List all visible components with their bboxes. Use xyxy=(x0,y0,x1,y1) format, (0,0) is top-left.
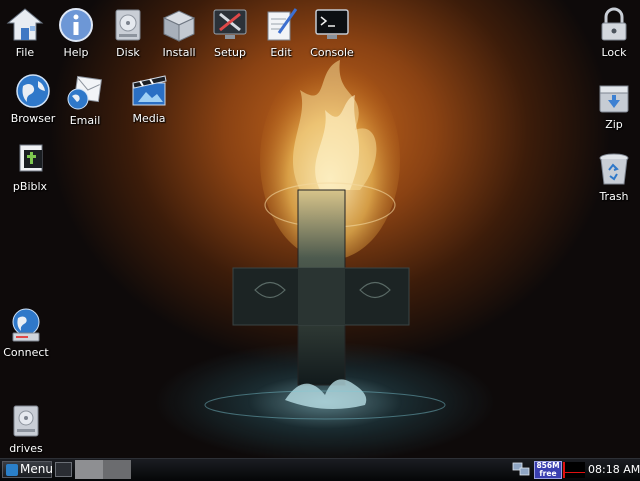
archive-box-icon xyxy=(599,85,629,113)
package-box-icon xyxy=(162,10,196,42)
info-icon xyxy=(59,8,93,42)
desktop-icon-email[interactable]: Email xyxy=(54,74,116,127)
desktop-pager-2[interactable] xyxy=(103,460,131,479)
desktop-icon-label: Zip xyxy=(605,118,623,131)
desktop-icon-connect[interactable]: Connect xyxy=(0,306,57,359)
clock[interactable]: 08:18 AM xyxy=(588,462,640,478)
menu-button-label: Menu xyxy=(20,462,53,476)
trash-can-icon xyxy=(599,153,629,185)
desktop-icon-label: Email xyxy=(69,114,101,127)
memory-free-badge[interactable]: 856M free xyxy=(534,461,562,479)
desktop-pager-1[interactable] xyxy=(75,460,103,479)
desktop-icon-lock[interactable]: Lock xyxy=(583,6,640,59)
text-editor-icon xyxy=(267,8,298,41)
desktop-icon-zip[interactable]: Zip xyxy=(583,78,640,131)
desktop-icon-pbiblx[interactable]: pBiblx xyxy=(0,140,61,193)
quick-launch-icon[interactable] xyxy=(55,462,72,477)
memory-label: free xyxy=(539,469,557,478)
desktop-icon-label: Media xyxy=(132,112,166,125)
desktop-icon-label: Connect xyxy=(3,346,49,359)
desktop-icon-label: Lock xyxy=(601,46,627,59)
cpu-load-graph[interactable] xyxy=(563,462,585,478)
desktop-icon-label: Console xyxy=(310,46,354,59)
menu-button[interactable]: Menu xyxy=(2,461,53,478)
drive-icon xyxy=(13,405,39,437)
desktop: File Help Disk Install Setup Edit Consol… xyxy=(0,0,640,458)
desktop-icon-trash[interactable]: Trash xyxy=(583,150,640,203)
taskbar: Menu 856M free 08:18 AM xyxy=(0,458,640,481)
desktop-icon-media[interactable]: Media xyxy=(118,72,180,125)
network-globe-icon xyxy=(12,308,40,342)
puppy-logo-icon xyxy=(6,464,18,476)
hard-disk-icon xyxy=(115,9,141,41)
wallpaper-cross-art xyxy=(204,60,446,420)
home-folder-icon xyxy=(6,8,44,41)
network-status-icon[interactable] xyxy=(512,462,530,477)
desktop-icon-label: Trash xyxy=(599,190,629,203)
desktop-icon-drives[interactable]: drives xyxy=(0,402,57,455)
bible-app-icon xyxy=(19,144,43,172)
setup-tools-icon xyxy=(213,9,247,39)
padlock-icon xyxy=(601,7,627,41)
mail-icon xyxy=(67,75,102,110)
desktop-icon-console[interactable]: Console xyxy=(301,6,363,59)
globe-icon xyxy=(16,74,50,108)
film-clapper-icon xyxy=(132,75,167,106)
desktop-icon-label: drives xyxy=(9,442,43,455)
terminal-icon xyxy=(315,9,349,39)
desktop-icon-label: pBiblx xyxy=(12,180,48,193)
